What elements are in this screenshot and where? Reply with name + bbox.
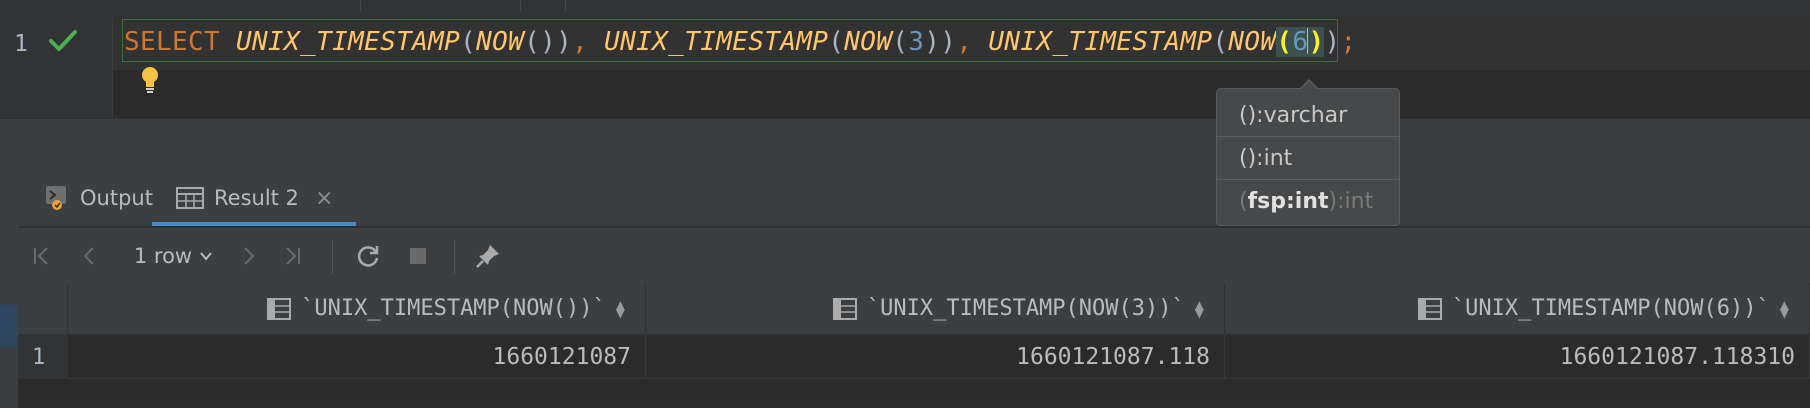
stop-button[interactable]	[402, 228, 434, 284]
column-header[interactable]: `UNIX_TIMESTAMP(NOW(6))` ▲ ▼	[1225, 283, 1810, 335]
first-page-button[interactable]	[26, 228, 58, 284]
tab-result-2[interactable]: Result 2 ×	[152, 170, 356, 226]
function-name: NOW	[1228, 27, 1277, 57]
tab-output-label: Output	[80, 186, 153, 210]
next-page-button[interactable]	[232, 228, 264, 284]
result-toolbar: 1 row	[18, 227, 1810, 284]
result-grid: `UNIX_TIMESTAMP(NOW())` ▲ ▼ `UNIX_TIMESTA…	[18, 283, 1810, 408]
function-name: UNIX_TIMESTAMP	[604, 27, 829, 57]
chevron-down-icon	[200, 252, 212, 261]
page-size-dropdown[interactable]: 1 row	[130, 228, 218, 284]
matched-paren: )	[1308, 27, 1325, 57]
column-icon	[267, 297, 292, 320]
executed-check-icon	[49, 30, 77, 51]
table-cell[interactable]: 1660121087.118	[646, 335, 1225, 379]
code-line[interactable]: SELECT UNIX_TIMESTAMP(NOW()), UNIX_TIMES…	[124, 25, 1356, 59]
toolbar-separator	[454, 240, 455, 274]
previous-page-button[interactable]	[74, 228, 106, 284]
output-console-icon	[46, 186, 66, 210]
tab-separator	[565, 0, 566, 12]
left-edge-panel	[0, 170, 18, 408]
semicolon: ;	[1340, 27, 1357, 57]
keyword-select: SELECT	[124, 27, 221, 57]
signature-item-active[interactable]: (fsp:int):int	[1217, 180, 1399, 222]
refresh-button[interactable]	[348, 228, 388, 284]
table-cell[interactable]: 1660121087	[68, 335, 646, 379]
active-tab-indicator	[152, 222, 356, 226]
row-number[interactable]: 1	[18, 335, 68, 379]
tab-output[interactable]: Output	[44, 170, 153, 226]
popup-pointer-fill	[1300, 81, 1318, 90]
column-header-label: `UNIX_TIMESTAMP(NOW())`	[301, 296, 606, 321]
column-icon	[832, 297, 857, 320]
pin-tab-button[interactable]	[468, 228, 508, 284]
row-number-header	[18, 283, 68, 335]
column-header-label: `UNIX_TIMESTAMP(NOW(3))`	[866, 296, 1185, 321]
parameter-info-popup: ():varchar ():int (fsp:int):int	[1216, 88, 1400, 226]
rows-count-label: 1 row	[133, 244, 193, 268]
refresh-icon	[357, 246, 379, 267]
services-tool-tabs: Output Result 2 ×	[18, 170, 1810, 226]
stop-icon	[410, 248, 426, 264]
signature-item[interactable]: ():varchar	[1217, 94, 1399, 136]
editor-bottom-area	[0, 118, 1810, 171]
column-header-label: `UNIX_TIMESTAMP(NOW(6))`	[1451, 296, 1770, 321]
table-cell[interactable]: 1660121087.118310	[1225, 335, 1810, 379]
toolbar-separator	[332, 240, 333, 274]
close-tab-icon[interactable]: ×	[315, 186, 333, 211]
last-page-button[interactable]	[276, 228, 308, 284]
line-number: 1	[14, 31, 28, 57]
column-header[interactable]: `UNIX_TIMESTAMP(NOW())` ▲ ▼	[68, 283, 646, 335]
tab-separator	[360, 0, 361, 12]
chevron-left-icon	[83, 247, 94, 265]
row-selection-marker	[0, 305, 18, 347]
pin-icon	[476, 245, 499, 268]
table-icon	[176, 187, 204, 209]
column-icon	[1417, 297, 1442, 320]
sort-icon[interactable]: ▲ ▼	[1195, 299, 1204, 319]
sql-editor[interactable]: 1 SELECT UNIX_TIMESTAMP(NOW()), UNIX_TIM…	[0, 0, 1810, 118]
number-literal: 6	[1292, 27, 1309, 57]
tab-result-label: Result 2	[214, 186, 299, 210]
lightbulb-icon[interactable]	[139, 65, 161, 95]
function-name: UNIX_TIMESTAMP	[988, 27, 1213, 57]
function-name: UNIX_TIMESTAMP	[236, 27, 461, 57]
chevron-right-icon	[244, 247, 255, 265]
matched-paren: (	[1276, 27, 1293, 57]
column-header[interactable]: `UNIX_TIMESTAMP(NOW(3))` ▲ ▼	[646, 283, 1225, 335]
current-parameter: fsp:int	[1247, 188, 1329, 214]
sort-icon[interactable]: ▲ ▼	[1780, 299, 1789, 319]
sort-icon[interactable]: ▲ ▼	[616, 299, 625, 319]
function-name: NOW	[476, 27, 525, 57]
signature-item[interactable]: ():int	[1217, 137, 1399, 179]
tab-separator	[520, 0, 521, 12]
last-page-icon	[286, 247, 300, 265]
editor-tab-strip	[0, 0, 1810, 19]
number-literal: 3	[908, 27, 925, 57]
first-page-icon	[34, 247, 48, 265]
function-name: NOW	[844, 27, 893, 57]
